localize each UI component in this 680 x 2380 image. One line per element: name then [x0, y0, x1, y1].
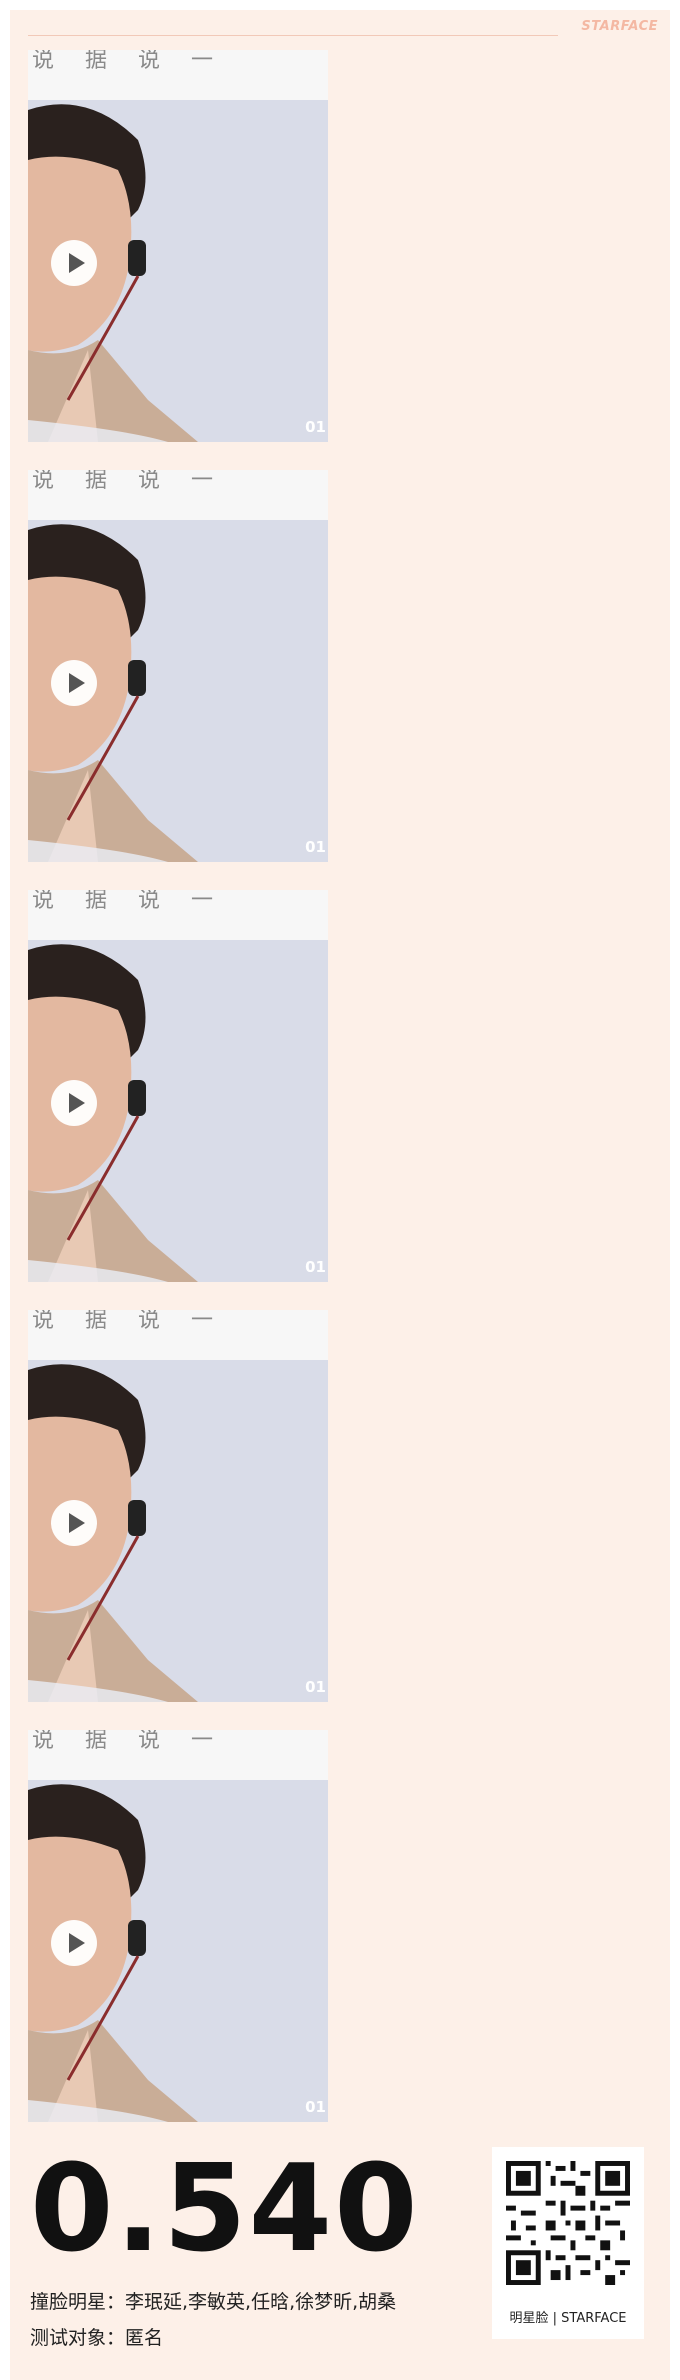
frame-caption-text: 说 据 说 一 — [32, 890, 225, 913]
play-icon[interactable] — [51, 1920, 97, 1966]
frame-number: 01 — [305, 838, 326, 856]
qr-code-card[interactable]: 明星脸 | STARFACE — [492, 2147, 644, 2339]
frame-photo: 01 — [28, 940, 328, 1282]
qr-caption: 明星脸 | STARFACE — [509, 2311, 627, 2326]
frame-caption-strip: 说 据 说 一 — [28, 50, 328, 100]
frame-caption-text: 说 据 说 一 — [32, 1310, 225, 1333]
video-frame-2[interactable]: 说 据 说 一 01 — [28, 470, 328, 862]
frame-number: 01 — [305, 418, 326, 436]
poster-card: STARFACE 说 据 说 一 01 说 据 说 一 01 说 据 说 一 0… — [10, 10, 670, 2380]
play-icon[interactable] — [51, 1080, 97, 1126]
similarity-score: 0.540 — [30, 2140, 420, 2279]
frame-caption-strip: 说 据 说 一 — [28, 890, 328, 940]
play-icon[interactable] — [51, 660, 97, 706]
frame-photo: 01 — [28, 1360, 328, 1702]
video-frame-3[interactable]: 说 据 说 一 01 — [28, 890, 328, 1282]
frame-number: 01 — [305, 1678, 326, 1696]
frame-number: 01 — [305, 2098, 326, 2116]
video-frame-4[interactable]: 说 据 说 一 01 — [28, 1310, 328, 1702]
video-frame-5[interactable]: 说 据 说 一 01 — [28, 1730, 328, 2122]
frame-caption-strip: 说 据 说 一 — [28, 1310, 328, 1360]
celebrity-match-line: 撞脸明星：李珉延,李敏英,任晗,徐梦昕,胡桑 — [30, 2291, 397, 2313]
frame-photo: 01 — [28, 100, 328, 442]
frame-photo: 01 — [28, 520, 328, 862]
brand-label: STARFACE — [581, 19, 658, 34]
frame-caption-strip: 说 据 说 一 — [28, 470, 328, 520]
frame-caption-text: 说 据 说 一 — [32, 470, 225, 493]
header-divider — [28, 35, 558, 36]
frame-caption-text: 说 据 说 一 — [32, 1730, 225, 1753]
frame-caption-strip: 说 据 说 一 — [28, 1730, 328, 1780]
play-icon[interactable] — [51, 240, 97, 286]
play-icon[interactable] — [51, 1500, 97, 1546]
video-frame-1[interactable]: 说 据 说 一 01 — [28, 50, 328, 442]
test-subject-line: 测试对象：匿名 — [30, 2327, 164, 2349]
qr-code-icon — [506, 2161, 630, 2285]
frame-number: 01 — [305, 1258, 326, 1276]
frame-photo: 01 — [28, 1780, 328, 2122]
frame-caption-text: 说 据 说 一 — [32, 50, 225, 73]
